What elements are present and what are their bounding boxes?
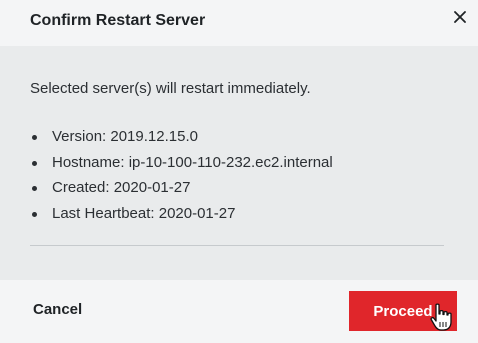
dialog-footer: Cancel Proceed — [0, 280, 478, 343]
dialog-body: Selected server(s) will restart immediat… — [0, 46, 478, 280]
close-icon — [454, 11, 466, 23]
server-details-list: Version: 2019.12.15.0 Hostname: ip-10-10… — [30, 128, 333, 230]
cancel-button[interactable]: Cancel — [33, 301, 82, 318]
divider — [30, 245, 444, 246]
dialog-header: Confirm Restart Server — [0, 0, 478, 46]
detail-version: Version: 2019.12.15.0 — [30, 128, 333, 154]
restart-message: Selected server(s) will restart immediat… — [30, 80, 311, 97]
confirm-restart-dialog: Confirm Restart Server Selected server(s… — [0, 0, 478, 343]
dialog-title: Confirm Restart Server — [30, 12, 206, 29]
detail-hostname: Hostname: ip-10-100-110-232.ec2.internal — [30, 154, 333, 180]
detail-last-heartbeat: Last Heartbeat: 2020-01-27 — [30, 205, 333, 231]
detail-created: Created: 2020-01-27 — [30, 179, 333, 205]
close-button[interactable] — [450, 7, 470, 27]
hand-pointer-cursor-icon — [430, 303, 452, 331]
